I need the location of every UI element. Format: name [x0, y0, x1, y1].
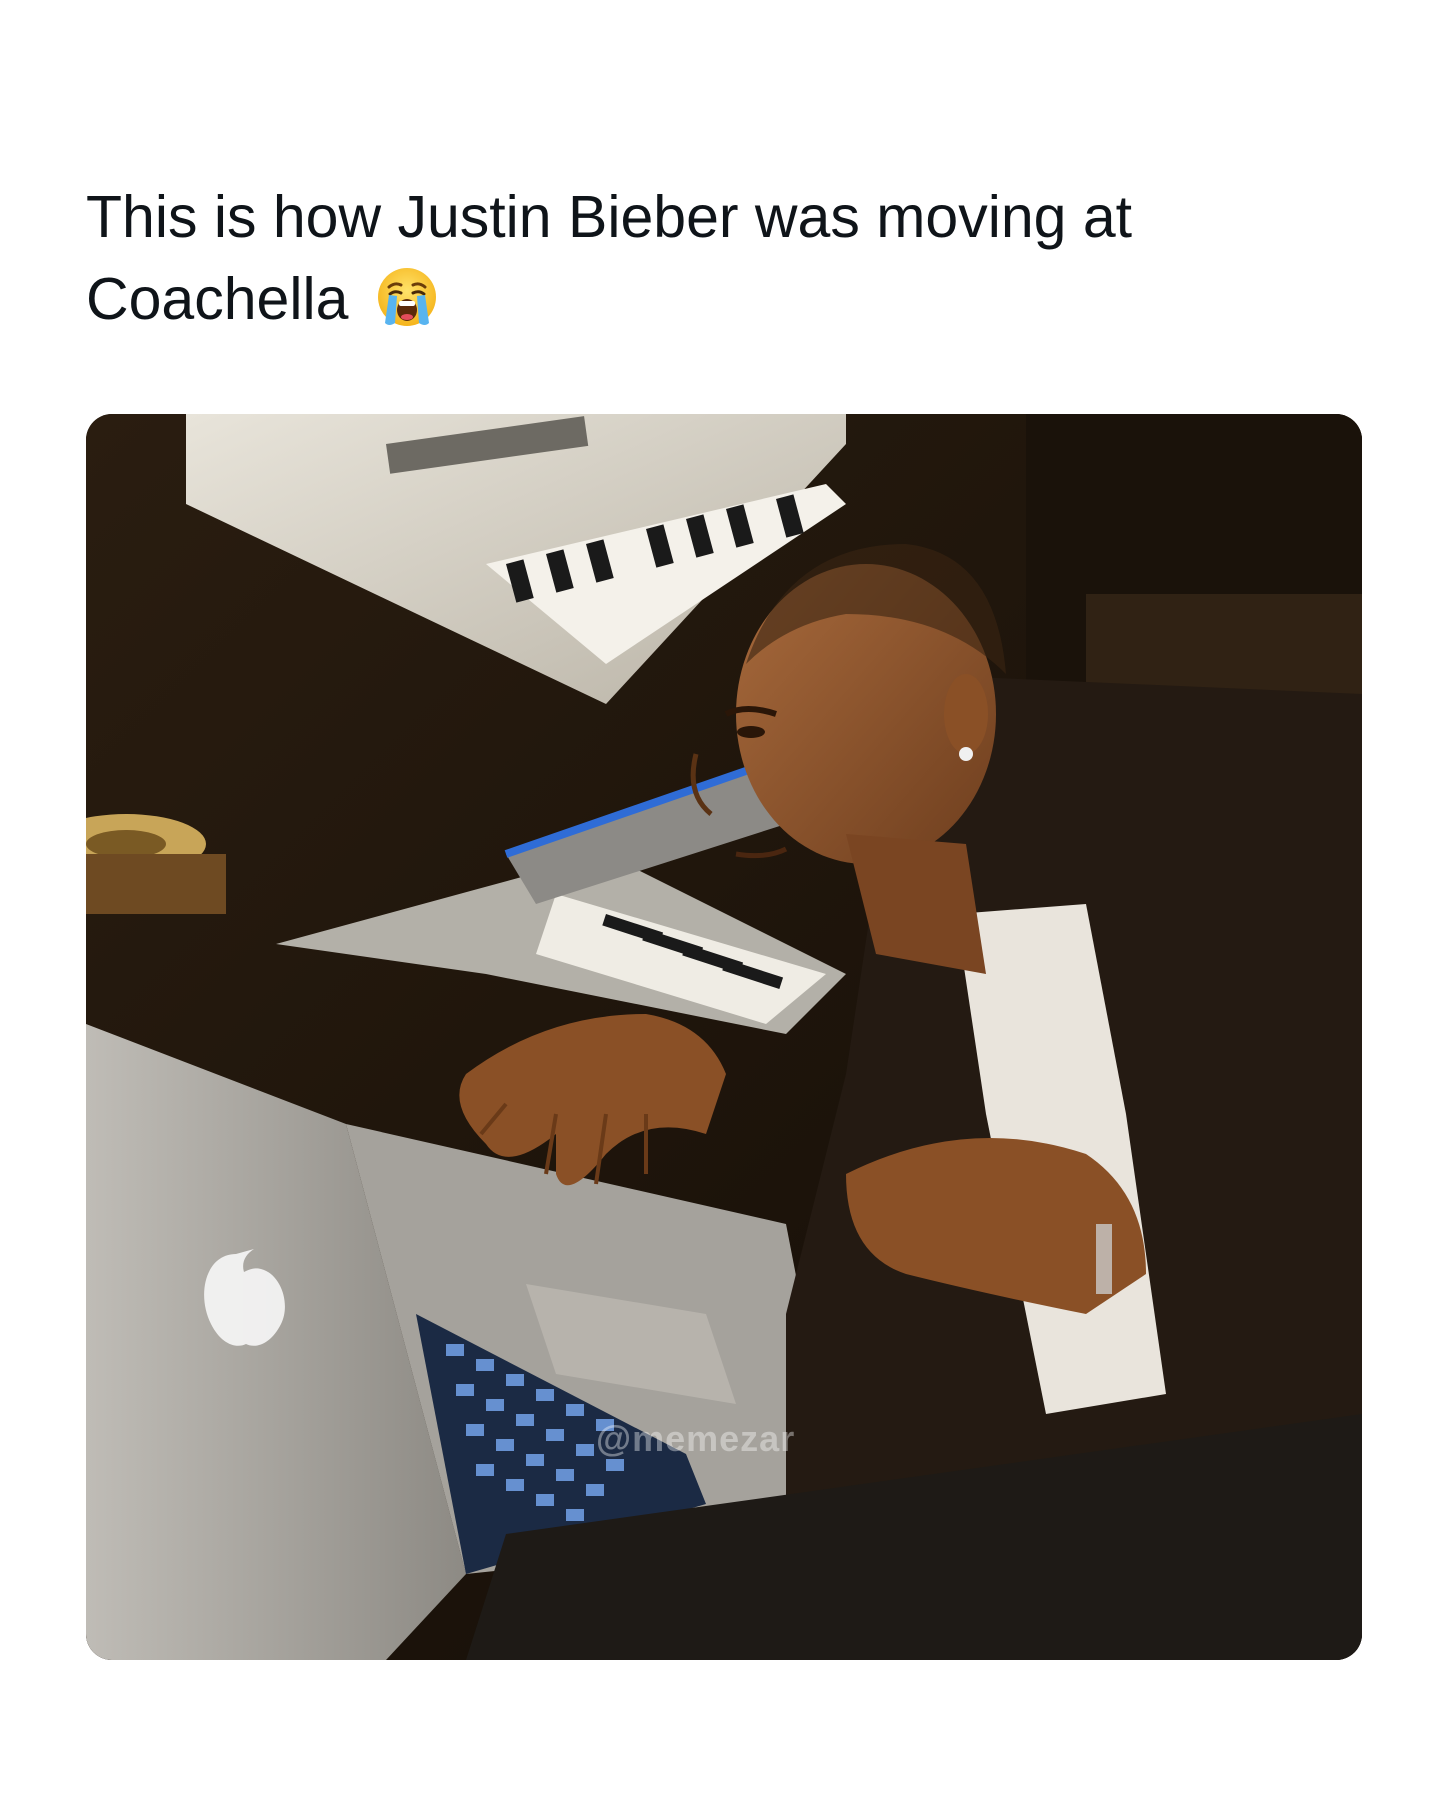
tweet-text-content: This is how Justin Bieber was moving at … [86, 184, 1133, 332]
tweet-media-image[interactable]: @memezar [86, 414, 1362, 1660]
loudly-crying-face-icon [377, 268, 436, 326]
tweet-post: This is how Justin Bieber was moving at … [0, 0, 1440, 1801]
watermark-text: @memezar [596, 1418, 796, 1459]
tweet-text: This is how Justin Bieber was moving at … [86, 176, 1346, 340]
photo-illustration [86, 414, 1362, 1660]
